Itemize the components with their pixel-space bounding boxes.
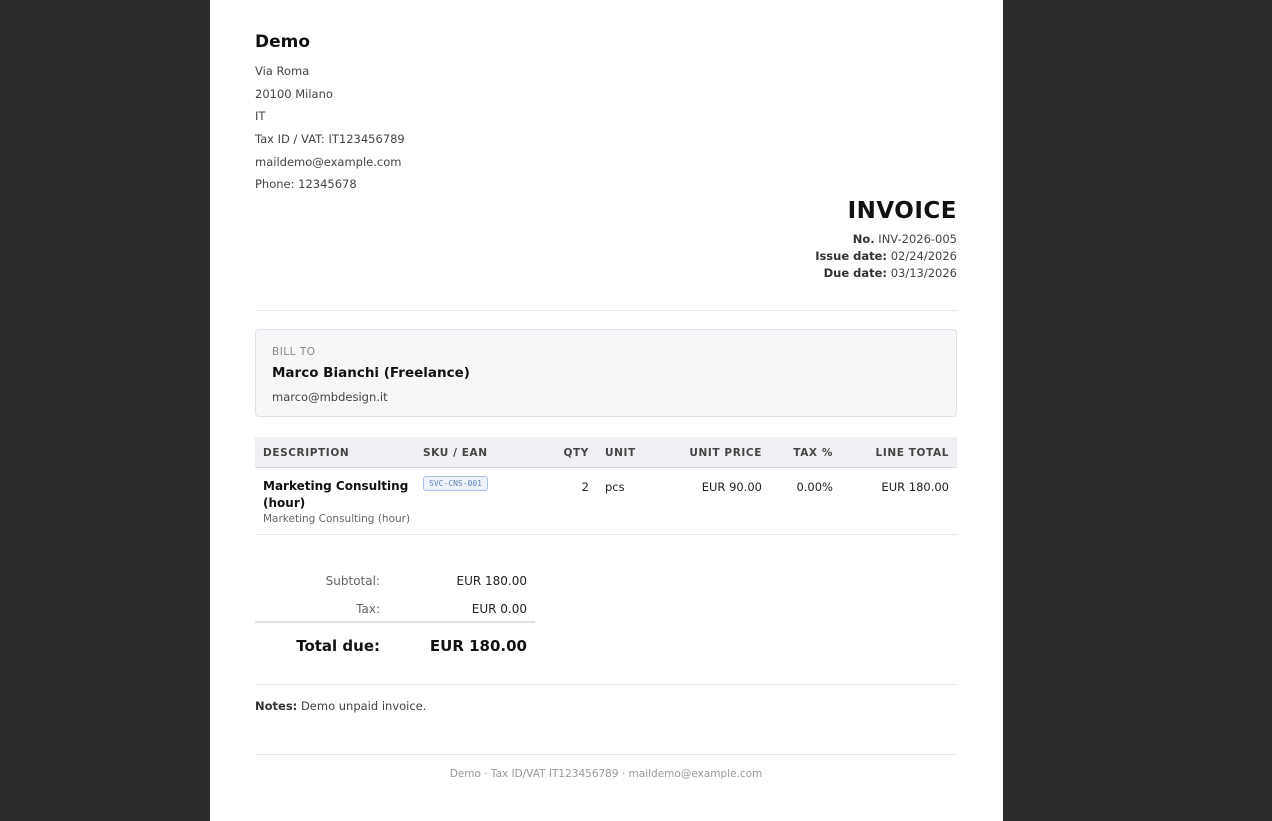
company-name: Demo [255,32,311,52]
bill-to-name: Marco Bianchi (Freelance) [272,365,470,381]
subtotal-value: EUR 180.00 [456,574,527,588]
invoice-meta-block: INVOICE No. INV-2026-005 Issue date: 02/… [815,198,957,282]
due-date: 03/13/2026 [890,266,957,280]
company-address-line2: 20100 Milano [255,86,333,101]
item-tax: 0.00% [796,480,833,494]
company-address-line1: Via Roma [255,64,310,78]
invoice-title: INVOICE [847,198,957,224]
table-row: Marketing Consulting (hour) Marketing Co… [255,468,957,535]
bill-to-label: BILL TO [272,346,316,358]
bill-to-box: BILL TO Marco Bianchi (Freelance) marco@… [255,329,957,417]
tax-label: Tax: [356,602,380,616]
subtotal-label: Subtotal: [325,574,380,588]
item-line-total: EUR 180.00 [881,480,949,494]
header-description: DESCRIPTION [263,447,350,459]
totals-divider [255,621,535,623]
issue-date-label: Issue date: [815,249,888,263]
invoice-number-row: No. INV-2026-005 [815,231,957,248]
invoice-page: Demo Via Roma 20100 Milano IT Tax ID / V… [210,0,1003,821]
item-title: Marketing Consulting (hour) [263,479,409,510]
company-details: Via Roma 20100 Milano IT Tax ID / VAT: I… [255,62,405,198]
company-country: IT [255,109,266,124]
footer: Demo · Tax ID/VAT IT123456789 · maildemo… [449,768,763,780]
item-unit: pcs [605,480,625,494]
due-date-label: Due date: [823,266,888,280]
header-unit: UNIT [605,447,636,459]
notes-divider [255,684,957,685]
bill-to-email: marco@mbdesign.it [272,390,388,404]
header-tax: TAX % [793,447,833,459]
due-date-row: Due date: 03/13/2026 [815,265,957,282]
company-tax-id: Tax ID / VAT: IT123456789 [255,132,405,147]
item-subtitle: Marketing Consulting (hour) [263,513,411,525]
issue-date-row: Issue date: 02/24/2026 [815,248,957,265]
footer-divider [255,754,957,755]
company-email: maildemo@example.com [255,154,402,169]
header-line-total: LINE TOTAL [875,447,949,459]
tax-value: EUR 0.00 [471,602,527,616]
total-due-value: EUR 180.00 [429,637,527,655]
header-divider [255,310,957,311]
invoice-number: INV-2026-005 [878,232,957,246]
sku-badge: SVC-CNS-001 [423,476,488,491]
notes-label: Notes: [255,699,298,713]
item-unit-price: EUR 90.00 [701,480,762,494]
header-sku: SKU / EAN [423,447,488,459]
header-qty: QTY [563,447,589,459]
issue-date: 02/24/2026 [890,249,957,263]
notes-text: Demo unpaid invoice. [300,699,427,713]
invoice-number-label: No. [852,232,875,246]
total-due-label: Total due: [296,637,380,655]
line-items-header: DESCRIPTION SKU / EAN QTY UNIT UNIT PRIC… [255,437,957,468]
item-qty: 2 [581,480,589,494]
company-phone: Phone: 12345678 [255,177,357,192]
header-unit-price: UNIT PRICE [689,447,762,459]
notes: Notes: Demo unpaid invoice. [255,699,426,713]
